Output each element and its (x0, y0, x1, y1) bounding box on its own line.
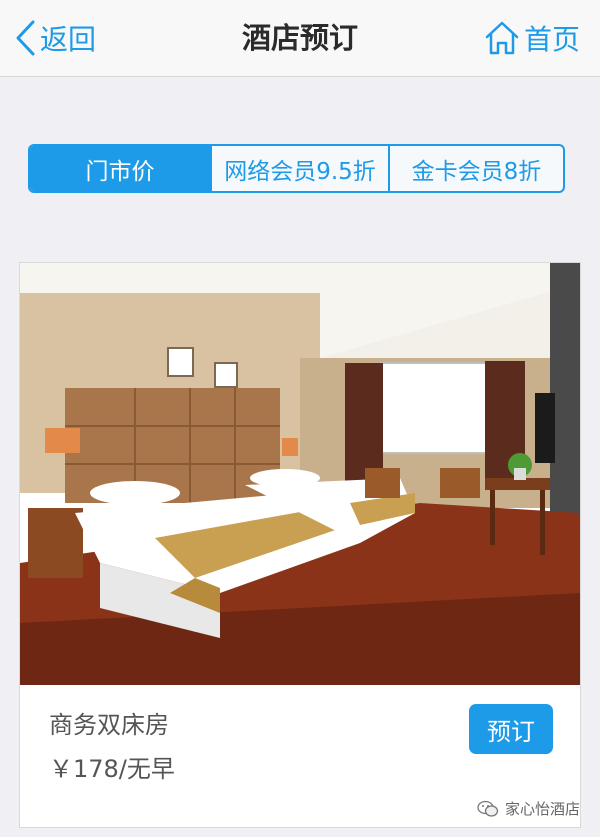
book-button[interactable]: 预订 (469, 704, 553, 754)
room-card[interactable]: 商务双床房 ￥178/无早 预订 (19, 262, 581, 828)
tab-retail-price[interactable]: 门市价 (30, 146, 210, 191)
nav-bar: 返回 酒店预订 首页 (0, 0, 600, 77)
room-price: ￥178/无早 (49, 755, 175, 783)
tab-gold-member[interactable]: 金卡会员8折 (388, 146, 563, 191)
watermark-text: 家心怡酒店 (504, 800, 580, 818)
home-label: 首页 (523, 23, 580, 56)
watermark: 家心怡酒店 (477, 798, 580, 819)
tab-online-member[interactable]: 网络会员9.5折 (210, 146, 388, 191)
home-icon (485, 21, 519, 55)
price-tabs: 门市价 网络会员9.5折 金卡会员8折 (28, 144, 565, 193)
room-photo (20, 263, 580, 685)
room-name: 商务双床房 (49, 711, 169, 739)
wechat-icon (477, 800, 499, 817)
home-button[interactable]: 首页 (484, 16, 580, 60)
